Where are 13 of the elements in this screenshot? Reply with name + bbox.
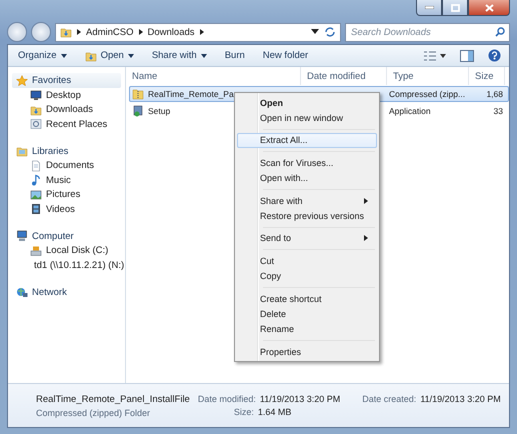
field-label: Size: bbox=[234, 407, 254, 417]
field-label: Date modified: bbox=[198, 394, 256, 404]
file-type: Compressed (zipped) Folder bbox=[36, 408, 152, 418]
file-size: 1,68 bbox=[486, 89, 503, 99]
field-value: 11/19/2013 3:20 PM bbox=[260, 394, 340, 404]
file-type: Compressed (zipp... bbox=[389, 89, 466, 99]
field-label: Date created: bbox=[362, 394, 416, 404]
file-type: Application bbox=[389, 106, 431, 116]
field-value: 11/19/2013 3:20 PM bbox=[420, 394, 501, 404]
file-name: RealTime_Remote_Pa bbox=[148, 89, 234, 99]
field-value: 1.64 MB bbox=[258, 407, 292, 417]
file-size: 33 bbox=[494, 106, 503, 116]
file-name: RealTime_Remote_Panel_InstallFile bbox=[36, 394, 190, 404]
